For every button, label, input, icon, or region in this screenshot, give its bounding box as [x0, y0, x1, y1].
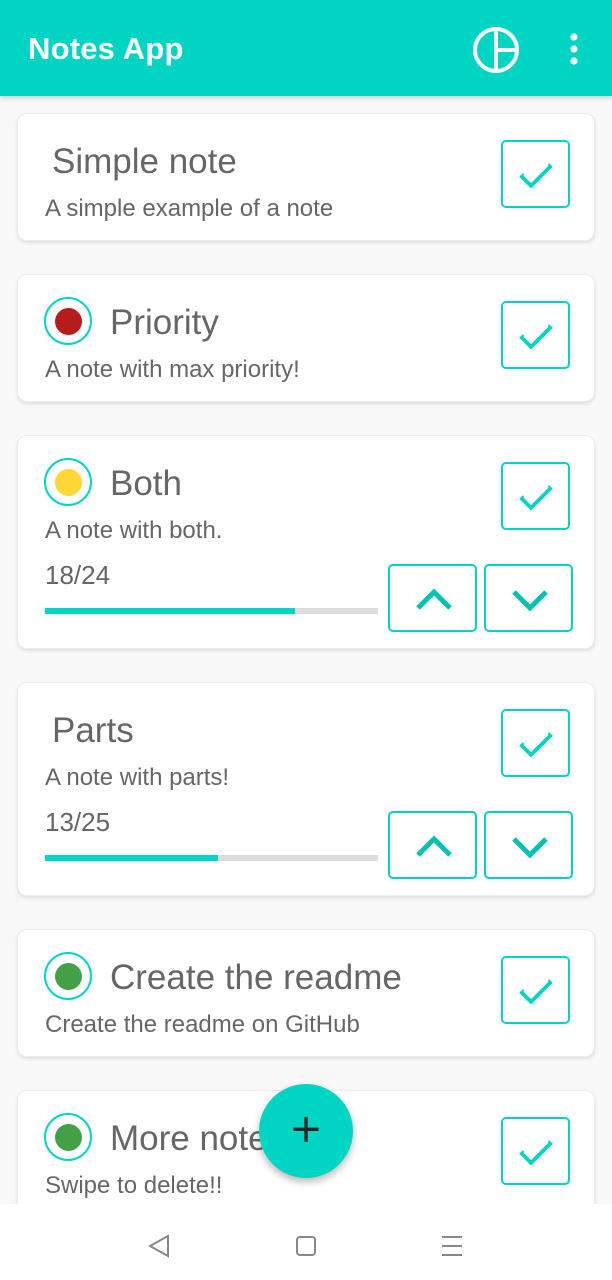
note-card[interactable]: Both A note with both. 18/24 — [17, 435, 595, 649]
note-card[interactable]: Simple note A simple example of a note — [17, 113, 595, 241]
progress-fill — [45, 608, 295, 614]
priority-indicator — [44, 297, 92, 345]
note-description: Create the readme on GitHub — [45, 1011, 360, 1038]
check-icon — [519, 1140, 553, 1166]
done-checkbox[interactable] — [501, 140, 570, 208]
check-icon — [519, 324, 553, 350]
priority-indicator — [44, 458, 92, 506]
progress-count: 18/24 — [45, 560, 111, 590]
menu-lines-icon[interactable] — [432, 1226, 472, 1266]
back-triangle-icon[interactable] — [139, 1226, 179, 1266]
done-checkbox[interactable] — [501, 1117, 570, 1185]
note-title: Parts — [52, 711, 134, 750]
more-vert-icon[interactable] — [558, 28, 590, 70]
note-description: Swipe to delete!! — [45, 1172, 223, 1199]
done-checkbox[interactable] — [501, 709, 570, 777]
note-card[interactable]: Create the readme Create the readme on G… — [17, 929, 595, 1057]
note-card[interactable]: Priority A note with max priority! — [17, 274, 595, 402]
done-checkbox[interactable] — [501, 462, 570, 530]
note-title: Create the readme — [110, 958, 402, 997]
note-description: A note with max priority! — [45, 356, 300, 383]
progress-fill — [45, 855, 219, 861]
app-title: Notes App — [28, 31, 184, 66]
done-checkbox[interactable] — [501, 301, 570, 369]
chevron-down-icon — [512, 590, 548, 612]
note-description: A note with parts! — [45, 764, 230, 791]
home-square-icon[interactable] — [286, 1226, 326, 1266]
check-icon — [519, 163, 553, 189]
chevron-up-icon — [416, 835, 452, 857]
progress-bar — [45, 855, 378, 861]
priority-indicator — [44, 952, 92, 1000]
system-nav-bar — [0, 1204, 612, 1280]
done-checkbox[interactable] — [501, 956, 570, 1024]
increment-button[interactable] — [388, 564, 477, 632]
note-description: A simple example of a note — [45, 195, 334, 222]
note-card[interactable]: Parts A note with parts! 13/25 — [17, 682, 595, 896]
note-title: Simple note — [52, 142, 237, 181]
progress-count: 13/25 — [45, 807, 111, 837]
notes-list[interactable]: Simple note A simple example of a note P… — [0, 96, 612, 1204]
add-note-button[interactable]: + — [259, 1084, 353, 1178]
pie-chart-icon[interactable] — [470, 24, 522, 76]
note-title: Both — [110, 464, 182, 503]
chevron-down-icon — [512, 837, 548, 859]
check-icon — [519, 485, 553, 511]
decrement-button[interactable] — [484, 811, 573, 879]
check-icon — [519, 979, 553, 1005]
increment-button[interactable] — [388, 811, 477, 879]
progress-bar — [45, 608, 378, 614]
chevron-up-icon — [416, 588, 452, 610]
check-icon — [519, 732, 553, 758]
app-bar: Notes App — [0, 0, 612, 96]
priority-indicator — [44, 1113, 92, 1161]
note-description: A note with both. — [45, 517, 223, 544]
note-title: Priority — [110, 303, 219, 342]
plus-icon: + — [289, 1106, 323, 1152]
decrement-button[interactable] — [484, 564, 573, 632]
